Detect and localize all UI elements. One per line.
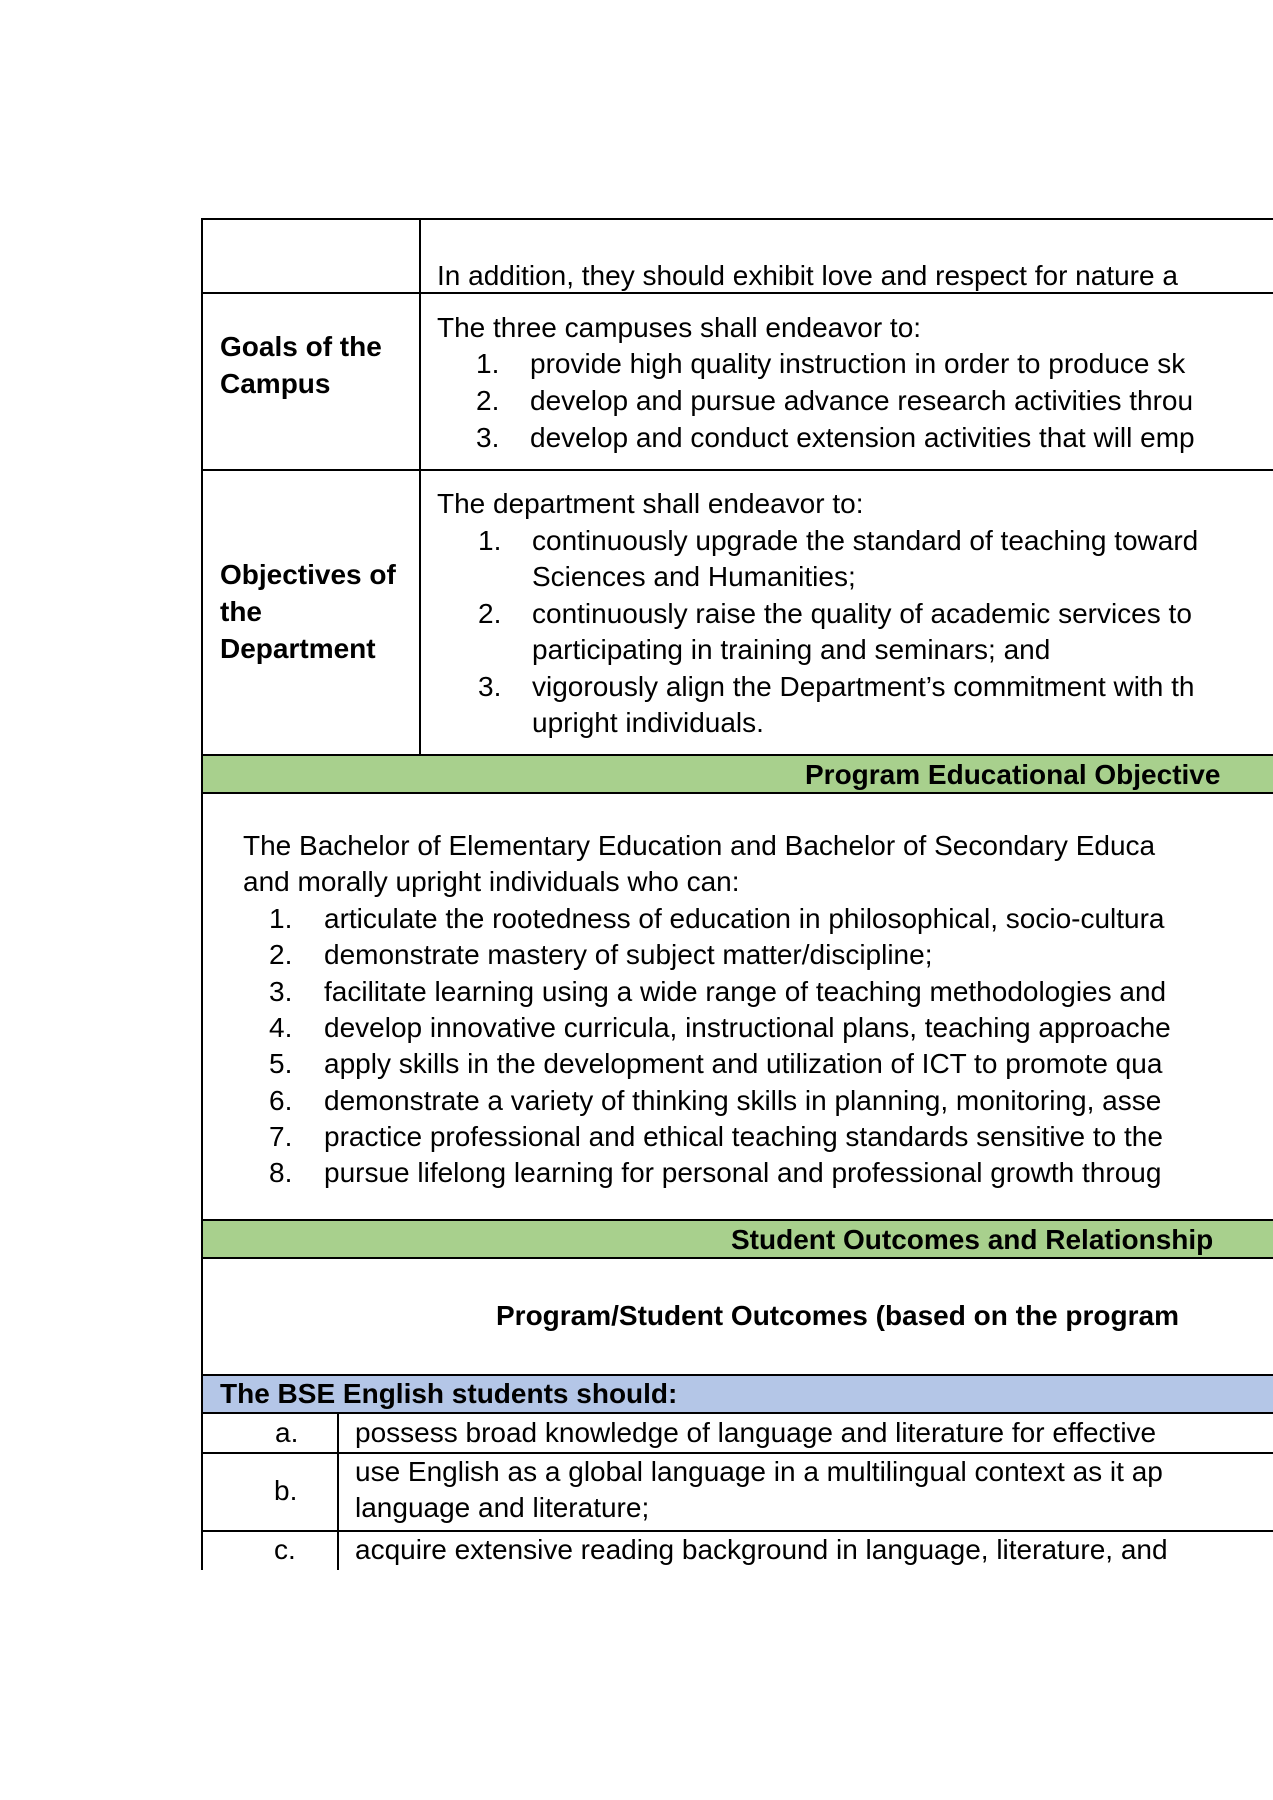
goals-item-2-num: 2.: [476, 385, 500, 416]
rule: [201, 1412, 1273, 1414]
objectives-item-3-line2: upright individuals.: [532, 707, 764, 738]
objectives-label: Objectives of the Department: [220, 559, 396, 664]
peo-item-3-num: 3.: [269, 976, 293, 1007]
so-row-c-letter: c.: [274, 1534, 296, 1565]
row1-text: In addition, they should exhibit love an…: [437, 260, 1178, 291]
rule: [201, 218, 203, 1570]
goals-item-1-text: provide high quality instruction in orde…: [530, 348, 1186, 379]
goals-item-3-text: develop and conduct extension activities…: [530, 422, 1195, 453]
goals-item-2-text: develop and pursue advance research acti…: [530, 385, 1194, 416]
peo-item-6-text: demonstrate a variety of thinking skills…: [324, 1085, 1162, 1116]
rule: [201, 754, 1273, 756]
peo-header: Program Educational Objective: [805, 759, 1221, 790]
page-clip: In addition, they should exhibit love an…: [0, 0, 1273, 1800]
objectives-intro: The department shall endeavor to:: [437, 488, 864, 519]
rule: [419, 218, 421, 755]
so-header: Student Outcomes and Relationship: [731, 1224, 1214, 1255]
goals-item-3-num: 3.: [476, 422, 500, 453]
so-row-c-text: acquire extensive reading background in …: [355, 1534, 1168, 1565]
objectives-item-3-num: 3.: [478, 671, 502, 702]
so-row-a-letter: a.: [275, 1417, 299, 1448]
rule: [201, 469, 1273, 471]
peo-item-2-text: demonstrate mastery of subject matter/di…: [324, 939, 933, 970]
peo-item-7-text: practice professional and ethical teachi…: [324, 1121, 1163, 1152]
rule: [337, 1412, 339, 1570]
peo-item-7-num: 7.: [269, 1121, 293, 1152]
peo-intro-2: and morally upright individuals who can:: [243, 866, 740, 897]
objectives-item-2-line2: participating in training and seminars; …: [532, 634, 1051, 665]
peo-item-6-num: 6.: [269, 1085, 293, 1116]
peo-item-3-text: facilitate learning using a wide range o…: [324, 976, 1167, 1007]
peo-item-4-num: 4.: [269, 1012, 293, 1043]
so-row-b-line2: language and literature;: [355, 1492, 650, 1523]
peo-item-5-num: 5.: [269, 1048, 293, 1079]
rule: [201, 1219, 1273, 1221]
objectives-item-2-line1: continuously raise the quality of academ…: [532, 598, 1192, 629]
rule: [201, 218, 1273, 220]
peo-item-8-text: pursue lifelong learning for personal an…: [324, 1157, 1162, 1188]
peo-item-1-num: 1.: [269, 903, 293, 934]
so-row-b-line1: use English as a global language in a mu…: [355, 1456, 1163, 1487]
so-row-a-text: possess broad knowledge of language and …: [355, 1417, 1157, 1448]
so-subheader: Program/Student Outcomes (based on the p…: [496, 1300, 1179, 1331]
objectives-item-1-num: 1.: [478, 525, 502, 556]
document-page: In addition, they should exhibit love an…: [0, 0, 1273, 1800]
objectives-item-1-line2: Sciences and Humanities;: [532, 561, 856, 592]
goals-intro: The three campuses shall endeavor to:: [437, 312, 922, 343]
peo-item-4-text: develop innovative curricula, instructio…: [324, 1012, 1171, 1043]
objectives-item-2-num: 2.: [478, 598, 502, 629]
so-row-b-letter: b.: [274, 1475, 298, 1506]
peo-item-5-text: apply skills in the development and util…: [324, 1048, 1163, 1079]
peo-item-2-num: 2.: [269, 939, 293, 970]
goals-label: Goals of the Campus: [220, 331, 382, 399]
peo-intro-1: The Bachelor of Elementary Education and…: [243, 830, 1156, 861]
peo-item-8-num: 8.: [269, 1157, 293, 1188]
goals-item-1-num: 1.: [476, 348, 500, 379]
peo-item-1-text: articulate the rootedness of education i…: [324, 903, 1165, 934]
objectives-item-3-line1: vigorously align the Department’s commit…: [532, 671, 1195, 702]
students-header: The BSE English students should:: [220, 1378, 678, 1409]
objectives-item-1-line1: continuously upgrade the standard of tea…: [532, 525, 1199, 556]
